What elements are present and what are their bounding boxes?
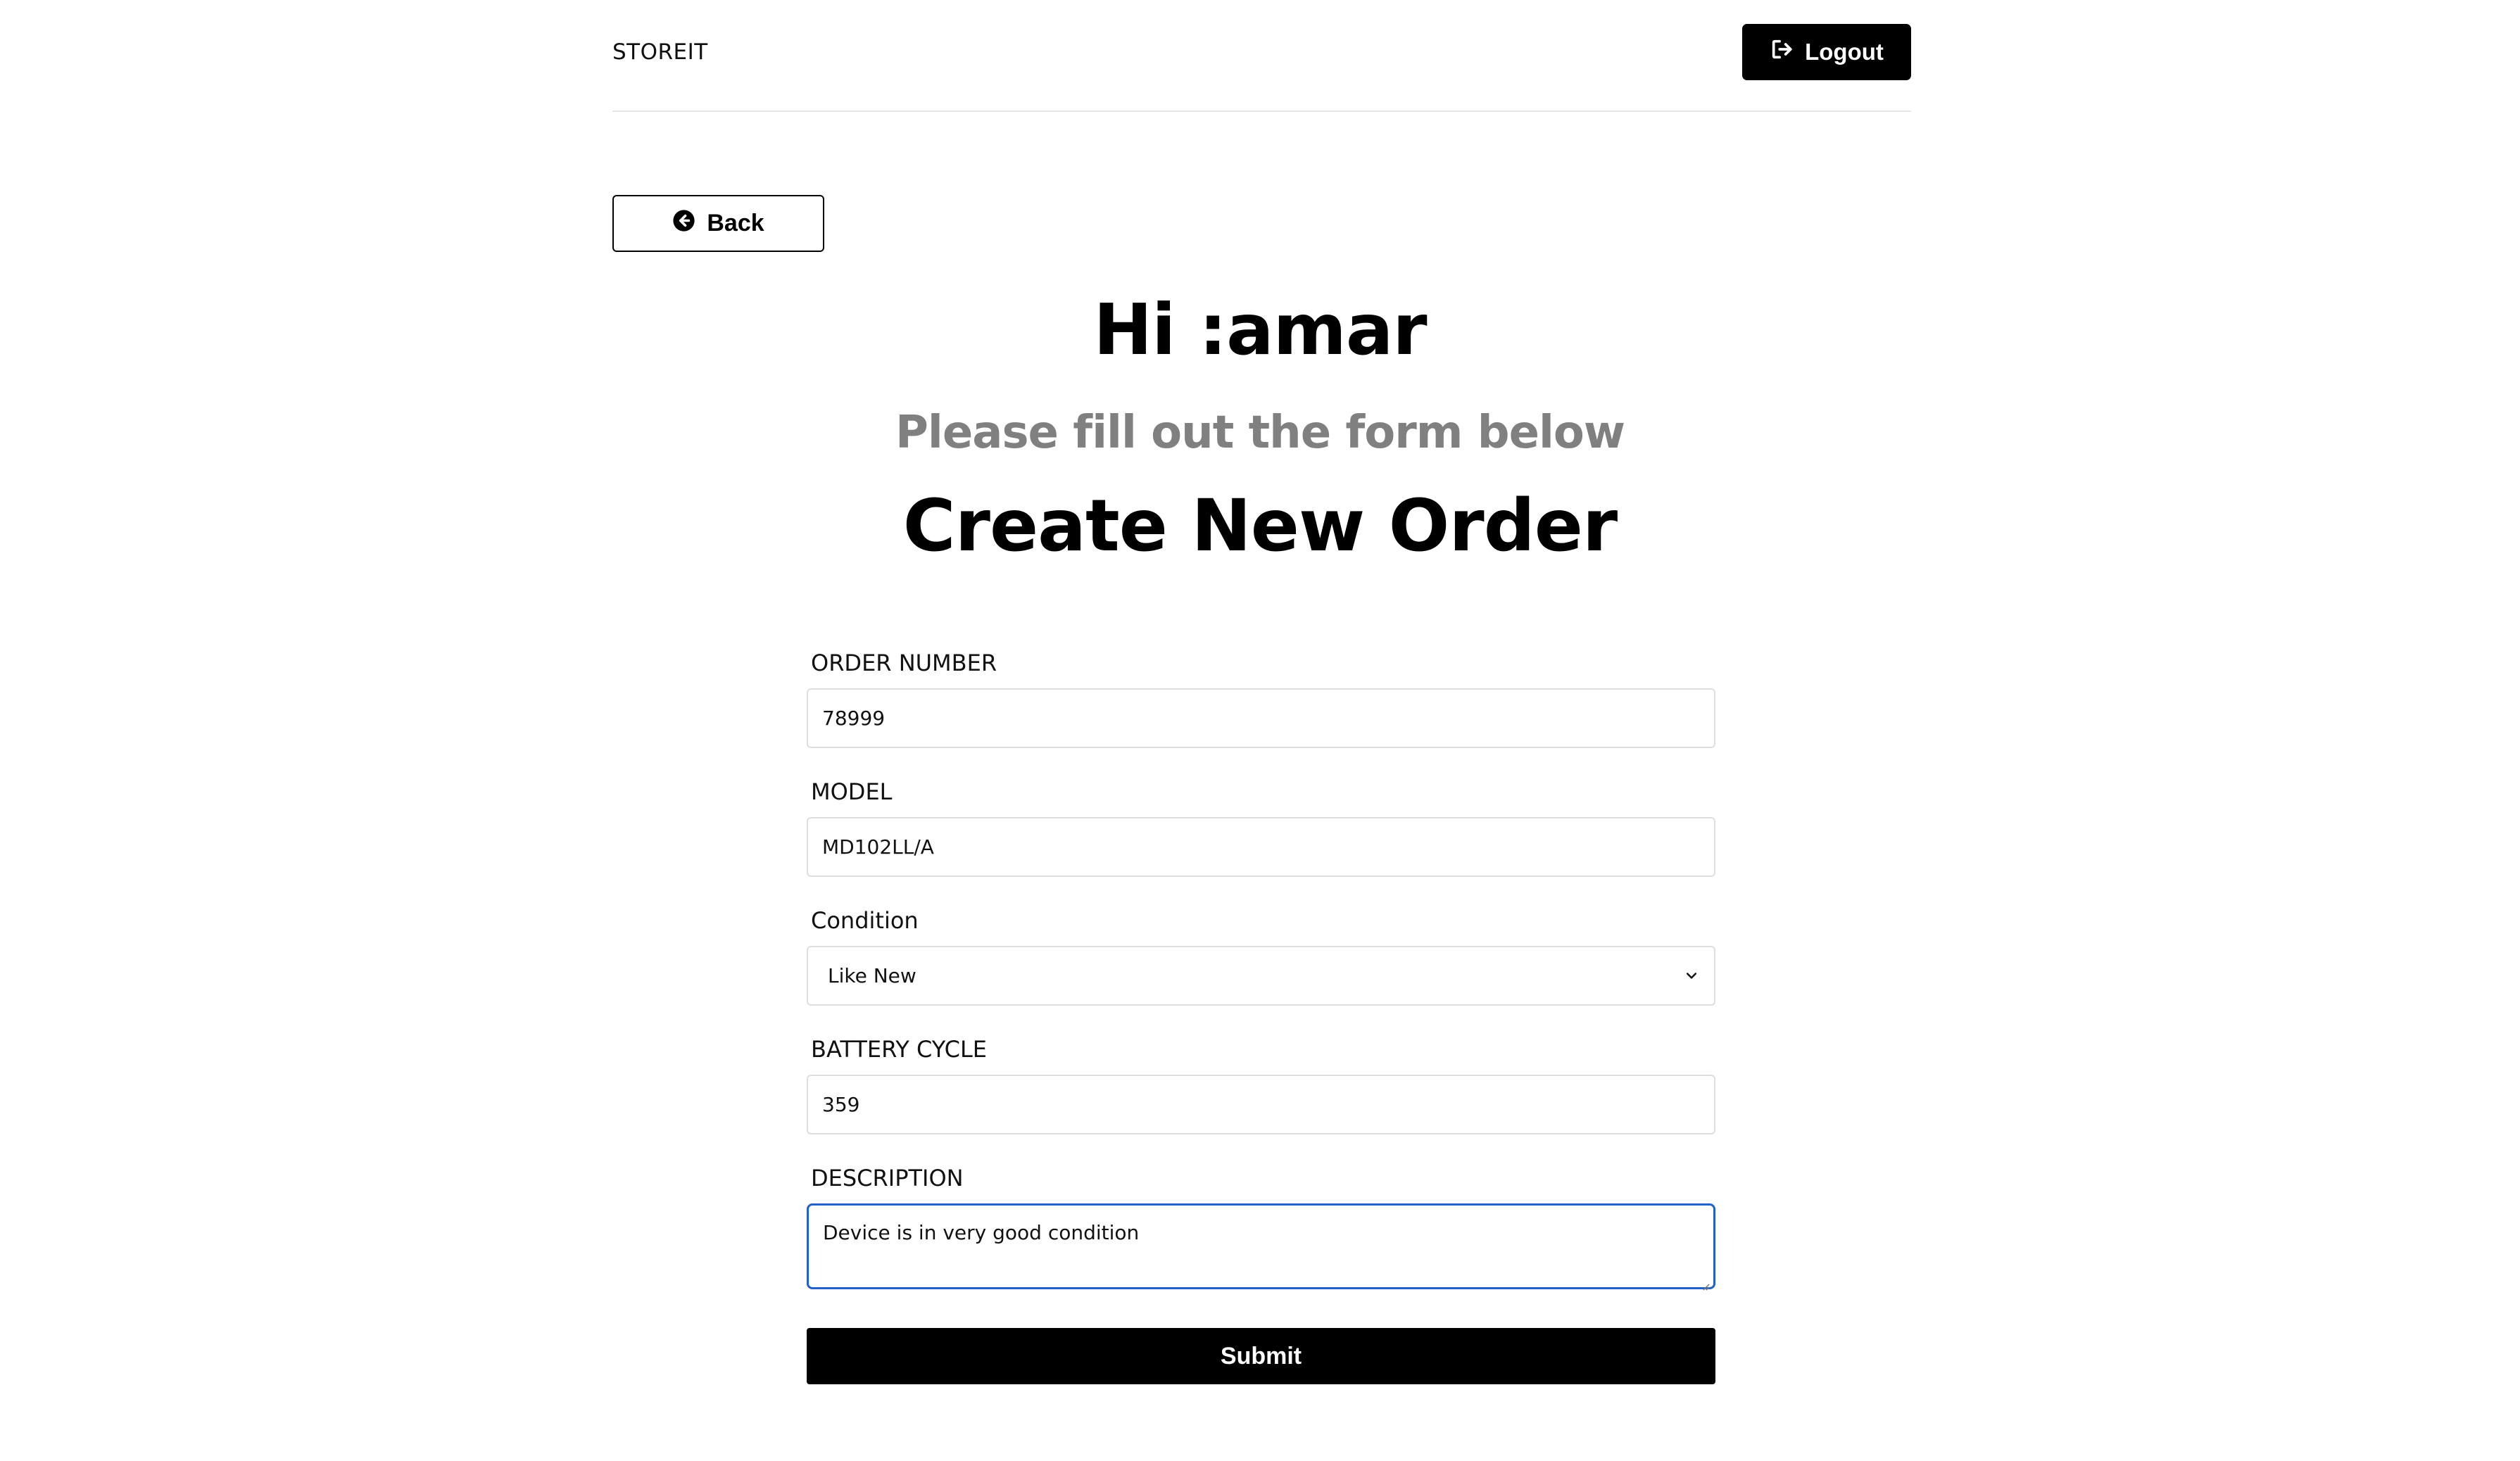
logout-label: Logout (1805, 39, 1884, 65)
submit-button[interactable]: Submit (807, 1328, 1715, 1384)
circle-arrow-left-icon (672, 209, 695, 239)
back-button[interactable]: Back (612, 195, 824, 252)
form-instructions: Please fill out the form below (895, 407, 1625, 459)
description-text: Device is in very good condition (823, 1221, 1140, 1244)
description-label: DESCRIPTION (811, 1165, 964, 1191)
resize-handle-icon[interactable] (1699, 1273, 1711, 1291)
create-order-form: ORDER NUMBER 78999 MODEL MD102LL/A Condi… (807, 646, 1715, 1384)
brand-logo[interactable]: STOREIT (612, 39, 708, 65)
top-navbar: STOREIT Logout (612, 0, 1911, 112)
model-input[interactable]: MD102LL/A (807, 817, 1715, 877)
condition-field-group: Condition Like New (807, 904, 1715, 1006)
order-number-label: ORDER NUMBER (811, 650, 997, 676)
description-field-group: DESCRIPTION Device is in very good condi… (807, 1161, 1715, 1291)
battery-cycle-label: BATTERY CYCLE (811, 1036, 987, 1063)
order-number-input[interactable]: 78999 (807, 688, 1715, 748)
description-textarea[interactable]: Device is in very good condition (807, 1203, 1715, 1291)
condition-selected-value: Like New (828, 964, 916, 987)
sign-out-icon (1770, 37, 1794, 67)
create-order-page: STOREIT Logout Back Hi :amar Please fill… (0, 0, 2520, 1461)
back-label: Back (707, 210, 764, 236)
condition-select[interactable]: Like New (807, 946, 1715, 1006)
battery-cycle-input[interactable]: 359 (807, 1075, 1715, 1134)
order-number-field-group: ORDER NUMBER 78999 (807, 646, 1715, 748)
chevron-down-icon (1684, 964, 1699, 987)
model-label: MODEL (811, 778, 893, 805)
model-field-group: MODEL MD102LL/A (807, 775, 1715, 877)
logout-button[interactable]: Logout (1742, 24, 1911, 80)
greeting-heading: Hi :amar (1093, 289, 1427, 371)
page-title: Create New Order (902, 484, 1618, 568)
condition-label: Condition (811, 907, 919, 934)
battery-cycle-field-group: BATTERY CYCLE 359 (807, 1032, 1715, 1134)
